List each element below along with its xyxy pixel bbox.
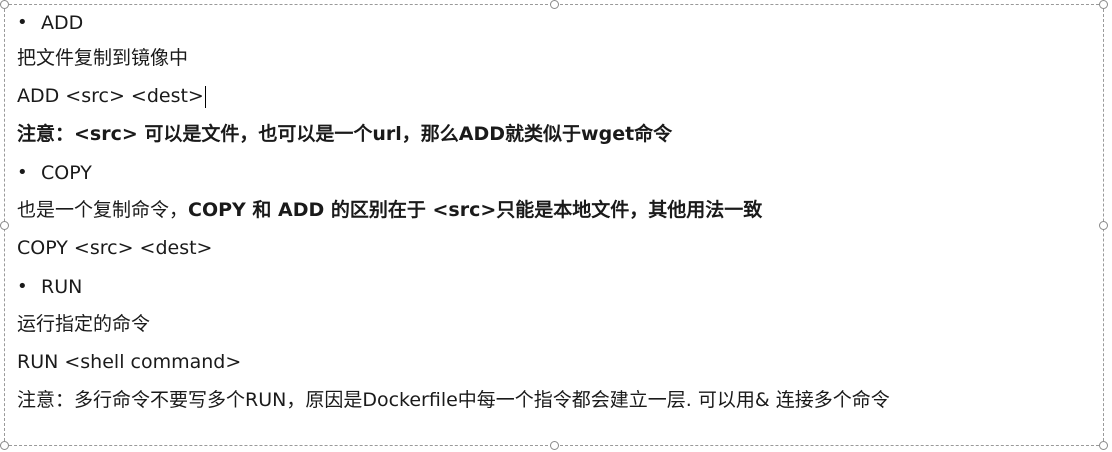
resize-handle-middle-right[interactable] [1099,221,1108,230]
add-heading-label: ADD [41,11,84,34]
bullet-icon: • [17,11,28,33]
bullet-icon: • [17,276,28,297]
copy-heading-label: COPY [41,162,92,184]
add-description: 把文件复制到镜像中 [17,47,189,69]
editor-canvas: • ADD 把文件复制到镜像中 ADD <src> <dest> 注意：<src… [0,0,1112,452]
resize-handle-bottom-right[interactable] [1099,441,1108,450]
text-cursor [204,85,206,108]
copy-syntax: COPY <src> <dest> [17,237,213,259]
add-syntax-line: ADD <src> <dest> [17,78,1095,116]
resize-handle-top-left[interactable] [0,0,9,9]
run-syntax: RUN <shell command> [17,351,242,373]
copy-description-bold: COPY 和 ADD 的区别在于 <src>只能是本地文件，其他用法一致 [188,199,763,221]
add-heading-line: • ADD [17,5,1095,40]
text-content[interactable]: • ADD 把文件复制到镜像中 ADD <src> <dest> 注意：<src… [17,5,1095,420]
add-note: 注意：<src> 可以是文件，也可以是一个url，那么ADD就类似于wget命令 [17,123,673,145]
run-heading-label: RUN [41,276,83,298]
add-syntax: ADD <src> <dest> [17,85,204,107]
copy-heading-line: • COPY [17,154,1095,192]
copy-description-line: 也是一个复制命令，COPY 和 ADD 的区别在于 <src>只能是本地文件，其… [17,192,1095,230]
bullet-icon: • [17,162,28,183]
run-description: 运行指定的命令 [17,313,151,335]
selected-text-box[interactable]: • ADD 把文件复制到镜像中 ADD <src> <dest> 注意：<src… [0,0,1108,450]
resize-handle-bottom-middle[interactable] [550,441,559,450]
resize-handle-top-right[interactable] [1099,0,1108,9]
run-heading-line: • RUN [17,268,1095,306]
resize-handle-bottom-left[interactable] [0,441,9,450]
copy-description-plain: 也是一个复制命令， [17,199,189,221]
resize-handle-middle-left[interactable] [0,221,9,230]
run-note: 注意：多行命令不要写多个RUN，原因是Dockerfile中每一个指令都会建立一… [17,389,890,411]
